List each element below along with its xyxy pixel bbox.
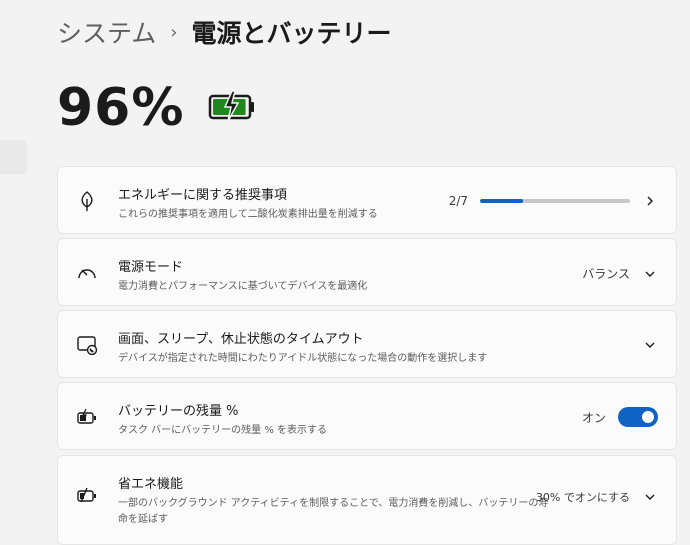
chevron-right-icon[interactable] xyxy=(642,193,658,209)
energy-progress-fill xyxy=(480,199,523,203)
page-title: 電源とバッテリー xyxy=(191,19,392,48)
battery-saver-description: 一部のバックグラウンド アクティビティを制限することで、電力消費を削減し、バッテ… xyxy=(118,498,549,525)
breadcrumb-system-link[interactable]: システム xyxy=(57,14,156,50)
gauge-icon xyxy=(76,262,98,284)
power-mode-select[interactable]: バランス xyxy=(582,265,630,282)
breadcrumb: システム › 電源とバッテリー xyxy=(57,14,391,50)
energy-progress-bar xyxy=(480,199,630,203)
battery-saver-title: 省エネ機能 xyxy=(118,477,184,492)
chevron-down-icon[interactable] xyxy=(642,266,658,282)
battery-saver-card[interactable]: 省エネ機能 一部のバックグラウンド アクティビティを制限することで、電力消費を削… xyxy=(57,455,677,545)
breadcrumb-separator: › xyxy=(170,21,178,43)
leaf-icon xyxy=(76,190,98,212)
screen-sleep-icon xyxy=(76,334,98,356)
battery-percentage-toggle[interactable] xyxy=(618,407,658,427)
energy-progress-text: 2/7 xyxy=(448,194,468,208)
battery-percentage-title: バッテリーの残量 % xyxy=(118,404,239,419)
energy-recommendations-description: これらの推奨事項を適用して二酸化炭素排出量を削減する xyxy=(118,209,378,220)
battery-icon xyxy=(76,406,98,428)
power-mode-card[interactable]: 電源モード 電力消費とパフォーマンスに基づいてデバイスを最適化 バランス xyxy=(57,238,677,306)
battery-charging-icon xyxy=(208,90,256,126)
toggle-state-label: オン xyxy=(581,410,606,425)
chevron-down-icon[interactable] xyxy=(642,489,658,505)
energy-recommendations-card[interactable]: エネルギーに関する推奨事項 これらの推奨事項を適用して二酸化炭素排出量を削減する… xyxy=(57,166,677,234)
toggle-knob xyxy=(642,411,654,423)
battery-saver-icon xyxy=(76,484,98,506)
battery-percent: 96% xyxy=(57,78,185,138)
energy-recommendations-title: エネルギーに関する推奨事項 xyxy=(118,188,288,203)
battery-status: 96% xyxy=(57,78,256,138)
battery-percentage-description: タスク バーにバッテリーの残量 % を表示する xyxy=(118,425,328,436)
nav-item-selected-edge[interactable] xyxy=(0,140,27,174)
screen-sleep-description: デバイスが指定された時間にわたりアイドル状態になった場合の動作を選択します xyxy=(118,353,488,364)
screen-sleep-title: 画面、スリープ、休止状態のタイムアウト xyxy=(118,332,364,347)
battery-saver-threshold[interactable]: 30% でオンにする xyxy=(536,489,630,505)
chevron-down-icon[interactable] xyxy=(642,337,658,353)
battery-percentage-card: バッテリーの残量 % タスク バーにバッテリーの残量 % を表示する オン xyxy=(57,382,677,450)
power-mode-title: 電源モード xyxy=(118,260,184,275)
power-mode-description: 電力消費とパフォーマンスに基づいてデバイスを最適化 xyxy=(118,281,368,292)
screen-sleep-card[interactable]: 画面、スリープ、休止状態のタイムアウト デバイスが指定された時間にわたりアイドル… xyxy=(57,310,677,378)
